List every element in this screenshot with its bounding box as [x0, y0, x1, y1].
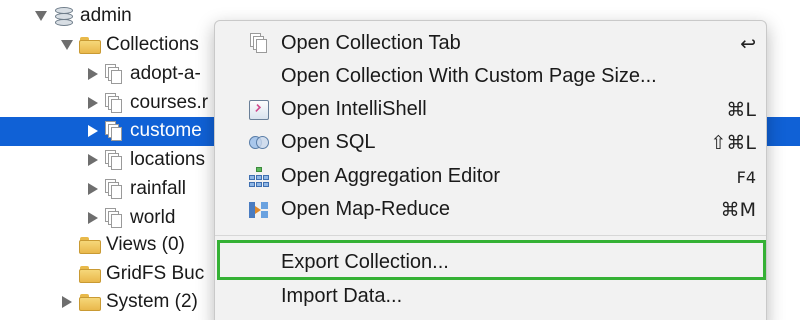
collection-icon — [104, 92, 124, 114]
collection-icon — [104, 63, 124, 85]
collection-icon — [104, 178, 124, 200]
tree-item-label: locations — [130, 149, 205, 170]
tree-item-label: courses.r — [130, 92, 209, 113]
tree-item-label: world — [130, 207, 176, 228]
disclosure-collapsed-icon[interactable] — [60, 295, 74, 309]
disclosure-expanded-icon[interactable] — [34, 9, 48, 23]
context-menu: Open Collection Tab ↩ Open Collection Wi… — [214, 20, 767, 320]
menu-item-shortcut: F4 — [736, 168, 756, 187]
tree-item-label: System (2) — [106, 291, 198, 312]
intellishell-icon — [249, 100, 269, 120]
menu-item-label: Import Data... — [281, 285, 403, 307]
export-highlight-box — [217, 240, 766, 280]
tree-item-label: GridFS Buc — [106, 263, 205, 284]
menu-separator — [215, 235, 766, 236]
disclosure-collapsed-icon[interactable] — [86, 153, 100, 167]
menu-item-open-sql[interactable]: Open SQL ⇧⌘L — [215, 127, 766, 159]
disclosure-expanded-icon[interactable] — [60, 38, 74, 52]
tree-item-label: adopt-a- — [130, 63, 201, 84]
menu-item-shortcut: ⇧⌘L — [710, 132, 756, 154]
collection-tab-icon — [249, 32, 269, 53]
menu-item-label: Open IntelliShell — [281, 98, 427, 120]
folder-icon — [79, 37, 101, 54]
collection-icon — [104, 120, 124, 142]
menu-item-import-data[interactable]: Import Data... — [215, 281, 766, 313]
tree-item-label: Views (0) — [106, 234, 185, 255]
menu-item-open-intellishell[interactable]: Open IntelliShell ⌘L — [215, 94, 766, 126]
menu-item-open-aggregation-editor[interactable]: Open Aggregation Editor F4 — [215, 161, 766, 193]
menu-item-label: Open Collection With Custom Page Size... — [281, 65, 657, 87]
folder-icon — [79, 237, 101, 254]
sql-icon — [249, 133, 269, 153]
menu-item-label: Open Map-Reduce — [281, 198, 450, 220]
menu-item-open-custom-page-size[interactable]: Open Collection With Custom Page Size... — [215, 61, 766, 93]
map-reduce-icon — [249, 200, 269, 220]
disclosure-collapsed-icon[interactable] — [86, 67, 100, 81]
tree-item-label: admin — [80, 5, 132, 26]
menu-item-shortcut: ⌘M — [720, 199, 756, 221]
tree-item-label: rainfall — [130, 178, 186, 199]
disclosure-collapsed-icon[interactable] — [86, 182, 100, 196]
menu-item-label: Open Collection Tab — [281, 32, 461, 54]
menu-item-shortcut: ↩ — [740, 33, 756, 55]
menu-item-open-map-reduce[interactable]: Open Map-Reduce ⌘M — [215, 194, 766, 226]
collection-icon — [104, 207, 124, 229]
tree-item-label: Collections — [106, 34, 199, 55]
disclosure-collapsed-icon[interactable] — [86, 124, 100, 138]
folder-icon — [79, 266, 101, 283]
menu-item-open-collection-tab[interactable]: Open Collection Tab ↩ — [215, 28, 766, 60]
disclosure-collapsed-icon[interactable] — [86, 211, 100, 225]
folder-icon — [79, 294, 101, 311]
tree-item-label: custome — [130, 120, 202, 141]
disclosure-collapsed-icon[interactable] — [86, 96, 100, 110]
menu-item-label: Open SQL — [281, 131, 376, 153]
menu-item-shortcut: ⌘L — [726, 99, 756, 121]
aggregation-icon — [249, 167, 269, 187]
menu-item-label: Open Aggregation Editor — [281, 165, 501, 187]
database-icon — [55, 5, 73, 27]
collection-icon — [104, 149, 124, 171]
